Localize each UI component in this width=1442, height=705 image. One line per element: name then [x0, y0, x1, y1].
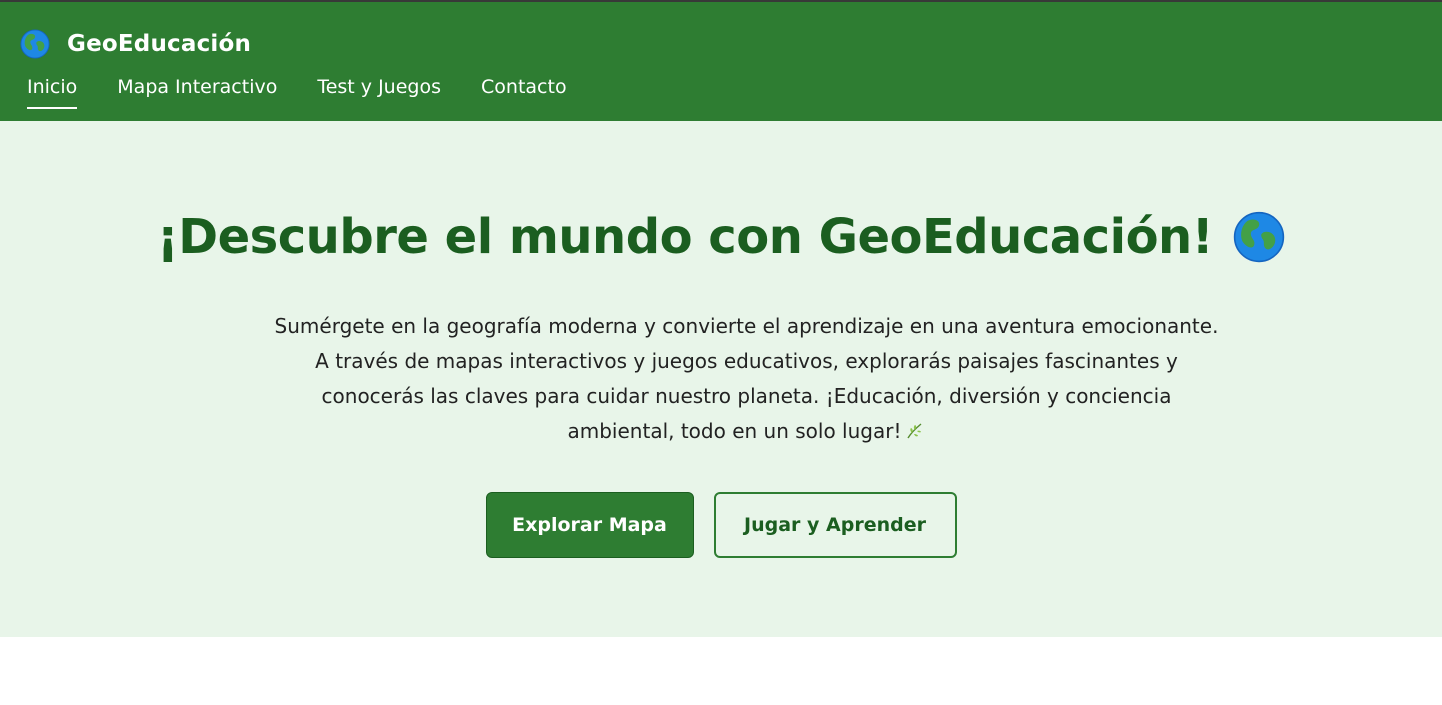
- nav-item-test-y-juegos[interactable]: Test y Juegos: [317, 72, 441, 102]
- globe-icon: [20, 29, 50, 59]
- nav-item-mapa-interactivo[interactable]: Mapa Interactivo: [117, 72, 277, 102]
- main-nav: Inicio Mapa Interactivo Test y Juegos Co…: [27, 72, 607, 109]
- nav-item-inicio[interactable]: Inicio: [27, 72, 78, 109]
- play-and-learn-button[interactable]: Jugar y Aprender: [713, 492, 957, 558]
- nav-item-contacto[interactable]: Contacto: [481, 72, 567, 102]
- page-title: ¡Descubre el mundo con GeoEducación!: [156, 209, 1214, 265]
- hero-section: ¡Descubre el mundo con GeoEducación! Sum…: [0, 121, 1442, 637]
- hero-description-block: Sumérgete en la geografía moderna y conv…: [265, 309, 1228, 449]
- hero-buttons: Explorar Mapa Jugar y Aprender: [0, 492, 1442, 558]
- brand-name: GeoEducación: [67, 31, 252, 57]
- hero-description: Sumérgete en la geografía moderna y conv…: [274, 314, 1219, 443]
- brand[interactable]: GeoEducación: [20, 22, 251, 66]
- site-header: GeoEducación Inicio Mapa Interactivo Tes…: [0, 2, 1442, 121]
- hero-title-row: ¡Descubre el mundo con GeoEducación!: [0, 209, 1442, 265]
- globe-icon: [1233, 211, 1285, 263]
- explore-map-button[interactable]: Explorar Mapa: [485, 492, 694, 558]
- leaf-icon: [907, 423, 922, 439]
